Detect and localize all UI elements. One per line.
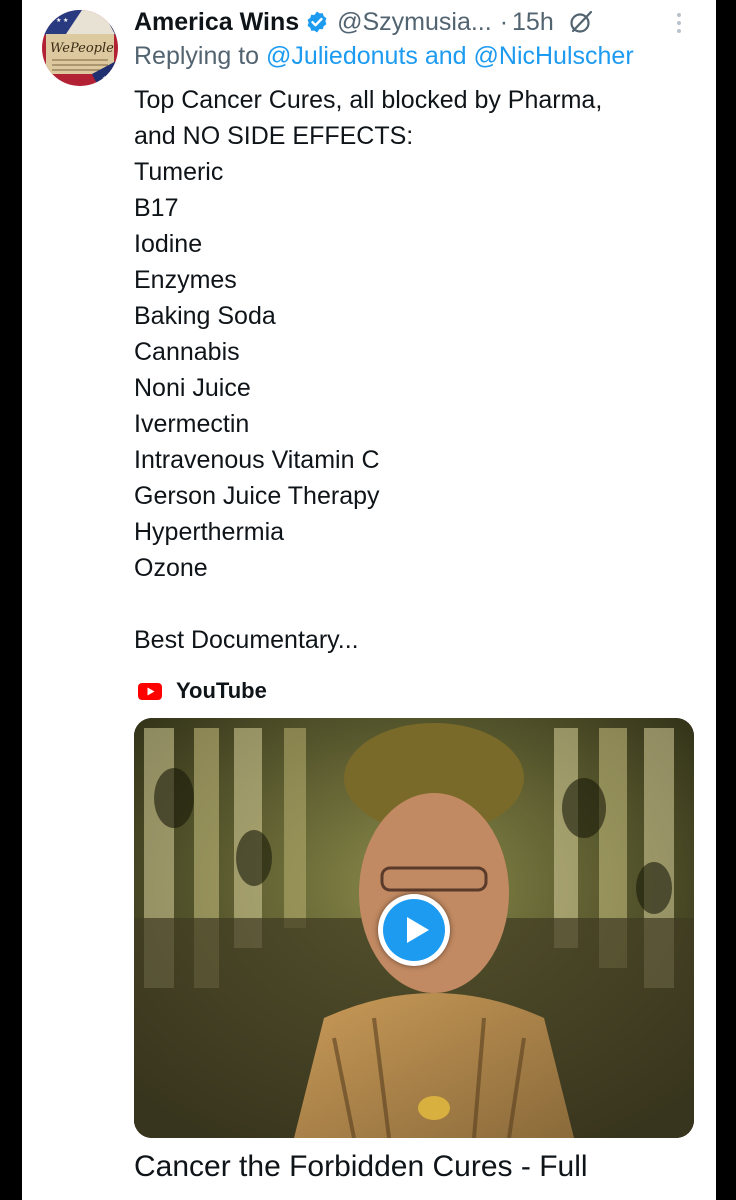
svg-text:★ ★: ★ ★	[56, 17, 68, 24]
mention-nichulscher[interactable]: @NicHulscher	[474, 42, 634, 70]
tweet-line: Top Cancer Cures, all blocked by Pharma,	[134, 86, 603, 114]
author-handle[interactable]: @Szymusia...	[337, 8, 492, 37]
more-options-icon[interactable]	[672, 10, 686, 38]
play-icon	[383, 899, 445, 961]
link-title[interactable]: Cancer the Forbidden Cures - Full	[134, 1150, 588, 1184]
reply-prefix: Replying to	[134, 42, 260, 70]
author-name[interactable]: America Wins	[134, 8, 299, 37]
tweet-line: Hyperthermia	[134, 518, 285, 546]
mention-juliedonuts[interactable]: @Juliedonuts	[266, 42, 418, 70]
video-thumbnail[interactable]	[134, 718, 694, 1138]
avatar[interactable]: ★ ★ WePeople ★	[42, 10, 118, 86]
tweet-line: and NO SIDE EFFECTS:	[134, 122, 414, 150]
youtube-logo-icon	[138, 682, 162, 700]
tweet-line: Gerson Juice Therapy	[134, 482, 380, 510]
tweet-line: Tumeric	[134, 158, 224, 186]
tweet-line: Noni Juice	[134, 374, 251, 402]
grok-icon[interactable]	[568, 9, 594, 35]
tweet-line: Enzymes	[134, 266, 237, 294]
link-source[interactable]: YouTube	[138, 674, 267, 708]
tweet-line: Cannabis	[134, 338, 240, 366]
tweet-line: Best Documentary...	[134, 626, 359, 654]
tweet-line: Iodine	[134, 230, 203, 258]
tweet-timestamp[interactable]: 15h	[512, 8, 554, 37]
tweet-body: Top Cancer Cures, all blocked by Pharma,…	[134, 82, 704, 658]
replying-to-line: Replying to @Juliedonuts and @NicHulsche…	[134, 42, 634, 71]
tweet-line: Baking Soda	[134, 302, 276, 330]
svg-text:WePeople: WePeople	[50, 41, 114, 56]
tweet-card: ★ ★ WePeople ★ America Wins @Szymusia...…	[22, 0, 716, 1200]
reply-and: and	[424, 42, 467, 70]
tweet-line: Ivermectin	[134, 410, 250, 438]
separator-dot: ·	[499, 7, 509, 36]
play-button[interactable]	[378, 894, 450, 966]
verified-badge-icon	[307, 11, 327, 33]
tweet-line: B17	[134, 194, 179, 222]
tweet-line: Ozone	[134, 554, 208, 582]
tweet-line: Intravenous Vitamin C	[134, 446, 380, 474]
youtube-label: YouTube	[176, 678, 267, 703]
svg-text:★: ★	[102, 75, 107, 82]
tweet-header: America Wins @Szymusia... · 15h	[134, 6, 704, 38]
